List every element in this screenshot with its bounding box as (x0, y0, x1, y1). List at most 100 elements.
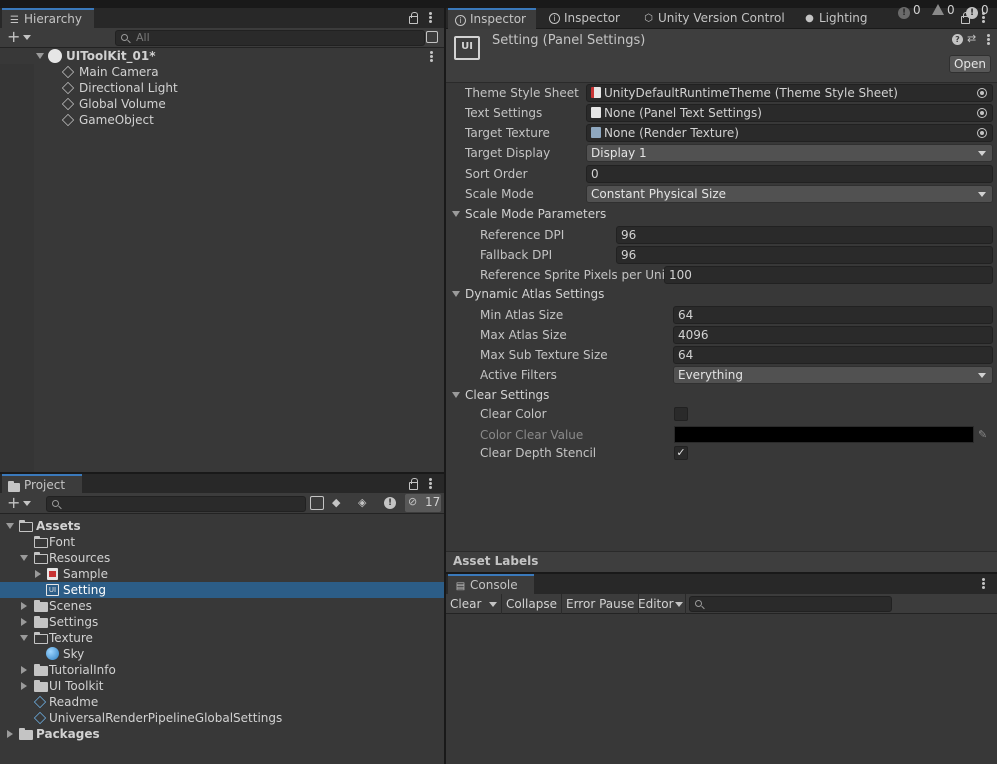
hierarchy-search-input[interactable]: All (115, 30, 425, 46)
target-display-value: Display 1 (591, 146, 647, 160)
expand-arrow-icon[interactable] (36, 53, 44, 59)
project-tree-item[interactable]: Sky (0, 646, 444, 662)
collapse-arrow-icon[interactable] (21, 602, 27, 610)
expand-arrow-icon[interactable] (20, 635, 28, 641)
target-texture-field[interactable]: None (Render Texture) (586, 124, 993, 142)
scale-mode-dropdown[interactable]: Constant Physical Size (586, 185, 993, 203)
error-pause-button[interactable]: Error Pause (562, 594, 640, 614)
project-more-icon[interactable] (429, 478, 432, 489)
theme-style-sheet-field[interactable]: UnityDefaultRuntimeTheme (Theme Style Sh… (586, 84, 993, 102)
project-tree-item[interactable]: Scenes (0, 598, 444, 614)
chevron-down-icon[interactable] (23, 501, 31, 506)
collapse-arrow-icon[interactable] (21, 682, 27, 690)
collapse-arrow-icon[interactable] (21, 666, 27, 674)
log-count-toggle[interactable]: ! 0 (898, 3, 921, 19)
project-tree-item-selected[interactable]: UI Setting (0, 582, 444, 598)
tab-inspector-2[interactable]: i Inspector (542, 8, 632, 29)
hidden-packages-toggle[interactable]: ⊘ 17 (405, 494, 441, 512)
project-tree-item[interactable]: UniversalRenderPipelineGlobalSettings (0, 710, 444, 726)
project-search-input[interactable] (46, 496, 306, 512)
component-more-icon[interactable] (987, 34, 990, 45)
project-tree-item[interactable]: TutorialInfo (0, 662, 444, 678)
sort-order-input[interactable]: 0 (586, 165, 993, 183)
object-picker-icon[interactable] (977, 88, 987, 98)
tab-hierarchy-label: Hierarchy (24, 12, 83, 26)
fallback-dpi-input[interactable]: 96 (616, 246, 993, 264)
presets-icon[interactable]: ⇄ (967, 32, 976, 45)
project-tree-item[interactable]: Settings (0, 614, 444, 630)
dynamic-atlas-foldout[interactable]: Dynamic Atlas Settings (450, 284, 990, 304)
error-count-toggle[interactable]: ! 0 (966, 3, 989, 19)
chevron-down-icon[interactable] (23, 35, 31, 40)
tab-console[interactable]: ▤ Console (448, 574, 534, 595)
editor-target-dropdown[interactable]: Editor (634, 594, 686, 614)
collapse-arrow-icon[interactable] (7, 730, 13, 738)
scene-visibility-icon[interactable] (426, 31, 438, 43)
clear-depth-stencil-checkbox[interactable]: ✓ (674, 446, 688, 460)
project-tree-item[interactable]: UI Toolkit (0, 678, 444, 694)
collapse-arrow-icon[interactable] (21, 618, 27, 626)
filter-by-label-icon[interactable]: ◈ (358, 497, 370, 509)
project-tree-item[interactable]: Assets (0, 518, 444, 534)
hierarchy-item[interactable]: GameObject (0, 112, 444, 128)
max-atlas-size-input[interactable]: 4096 (673, 326, 993, 344)
warning-count-toggle[interactable]: 0 (932, 3, 955, 17)
hierarchy-item[interactable]: Main Camera (0, 64, 444, 80)
project-tree-item[interactable]: Resources (0, 550, 444, 566)
vertical-splitter[interactable] (444, 8, 446, 764)
hierarchy-item[interactable]: Directional Light (0, 80, 444, 96)
tab-version-control[interactable]: ⬡ Unity Version Control (636, 8, 794, 29)
hierarchy-lock-icon[interactable] (409, 12, 418, 24)
eyedropper-icon[interactable]: ✎ (978, 428, 987, 441)
text-settings-field[interactable]: None (Panel Text Settings) (586, 104, 993, 122)
target-display-dropdown[interactable]: Display 1 (586, 144, 993, 162)
field-label: Max Sub Texture Size (480, 348, 608, 362)
console-clear-button[interactable]: Clear (446, 594, 485, 614)
console-search-input[interactable] (689, 596, 892, 612)
hierarchy-more-icon[interactable] (429, 12, 432, 23)
active-filters-dropdown[interactable]: Everything (673, 366, 993, 384)
color-clear-value-swatch[interactable] (674, 426, 974, 443)
help-icon[interactable]: ? (952, 34, 963, 45)
project-tree-item[interactable]: Font (0, 534, 444, 550)
clear-color-checkbox[interactable] (674, 407, 688, 421)
console-more-icon[interactable] (982, 578, 985, 589)
hierarchy-create-button[interactable]: + (7, 29, 20, 45)
object-picker-icon[interactable] (977, 108, 987, 118)
hierarchy-item[interactable]: Global Volume (0, 96, 444, 112)
save-search-icon[interactable]: ! (384, 497, 396, 509)
scale-mode-parameters-foldout[interactable]: Scale Mode Parameters (450, 204, 990, 224)
collapse-arrow-icon[interactable] (35, 570, 41, 578)
field-label-disabled: Color Clear Value (480, 428, 584, 442)
min-atlas-size-input[interactable]: 64 (673, 306, 993, 324)
filter-by-type-icon[interactable]: ◆ (332, 497, 344, 509)
project-tree-item[interactable]: Sample (0, 566, 444, 582)
tab-version-control-label: Unity Version Control (658, 11, 785, 25)
open-button[interactable]: Open (949, 55, 991, 73)
project-tree-item[interactable]: Readme (0, 694, 444, 710)
expand-arrow-icon[interactable] (20, 555, 28, 561)
reference-sprite-ppu-input[interactable]: 100 (664, 266, 993, 284)
clear-options-dropdown[interactable] (484, 594, 502, 614)
tab-inspector[interactable]: i Inspector (448, 8, 536, 29)
tab-project[interactable]: Project (2, 474, 82, 495)
tab-hierarchy[interactable]: ☰ Hierarchy (2, 8, 94, 29)
project-tree-item[interactable]: Texture (0, 630, 444, 646)
clear-settings-foldout[interactable]: Clear Settings (450, 385, 990, 405)
scene-row[interactable]: UIToolKit_01* (0, 48, 444, 64)
theme-style-sheet-value: UnityDefaultRuntimeTheme (Theme Style Sh… (604, 86, 898, 100)
project-lock-icon[interactable] (409, 478, 418, 490)
scene-more-icon[interactable] (430, 51, 433, 62)
hierarchy-item-label: Global Volume (79, 97, 166, 111)
reference-dpi-input[interactable]: 96 (616, 226, 993, 244)
max-sub-texture-size-input[interactable]: 64 (673, 346, 993, 364)
scale-mode-value: Constant Physical Size (591, 187, 727, 201)
tab-lighting[interactable]: ● Lighting (797, 8, 877, 29)
horizontal-splitter[interactable] (0, 472, 444, 474)
search-by-type-icon[interactable] (310, 496, 324, 510)
project-tree-item[interactable]: Packages (0, 726, 444, 742)
project-create-button[interactable]: + (7, 495, 20, 511)
expand-arrow-icon[interactable] (6, 523, 14, 529)
collapse-button[interactable]: Collapse (502, 594, 562, 614)
object-picker-icon[interactable] (977, 128, 987, 138)
